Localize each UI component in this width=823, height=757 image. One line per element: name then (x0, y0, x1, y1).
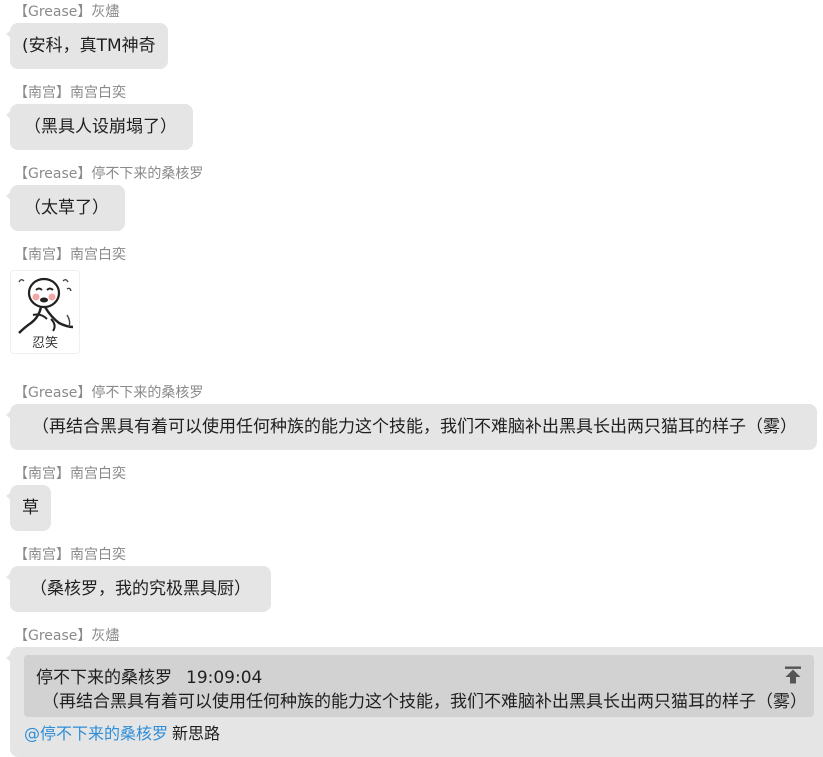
chat-history: 【Grease】灰燼 (安科，真TM神奇 【南宫】南宫白奕 （黑具人设崩塌了） … (0, 0, 823, 757)
message-bubble[interactable]: （再结合黑具有着可以使用任何种族的能力这个技能，我们不难脑补出黑具长出两只猫耳的… (6, 404, 817, 450)
message-text: （桑核罗，我的究极黑具厨） (30, 579, 251, 599)
message-text: （再结合黑具有着可以使用任何种族的能力这个技能，我们不难脑补出黑具长出两只猫耳的… (32, 417, 797, 437)
message-text: (安科，真TM神奇 (22, 36, 156, 56)
quote-time: 19:09:04 (186, 668, 263, 688)
sticker-caption: 忍笑 (31, 336, 58, 351)
message-text: （太草了） (24, 198, 109, 218)
sender-name: 【南宫】南宫白奕 (14, 85, 126, 101)
quote-text: （再结合黑具有着可以使用任何种族的能力这个技能，我们不难脑补出黑具长出两只猫耳的… (42, 692, 807, 712)
message-bubble[interactable]: (安科，真TM神奇 (6, 23, 168, 69)
message-text: 草 (22, 498, 39, 518)
reply-body: @停不下来的桑核罗 新思路 (24, 723, 220, 745)
quoted-message[interactable]: 停不下来的桑核罗 19:09:04 （再结合黑具有着可以使用任何种族的能力这个技能… (24, 655, 814, 717)
message-text: 新思路 (172, 724, 221, 743)
sender-name: 【南宫】南宫白奕 (14, 547, 126, 563)
message-bubble[interactable]: （黑具人设崩塌了） (6, 104, 193, 150)
message-text: （黑具人设崩塌了） (24, 117, 177, 137)
quote-author: 停不下来的桑核罗 (36, 668, 172, 688)
jump-to-original-icon[interactable] (784, 666, 802, 684)
message-bubble[interactable]: （桑核罗，我的究极黑具厨） (6, 566, 271, 612)
reply-message-bubble[interactable]: 停不下来的桑核罗 19:09:04 （再结合黑具有着可以使用任何种族的能力这个技能… (6, 647, 823, 757)
sender-name: 【Grease】灰燼 (14, 628, 120, 644)
quote-header: 停不下来的桑核罗 19:09:04 (36, 667, 262, 689)
mention-link[interactable]: @停不下来的桑核罗 (24, 724, 168, 743)
sticker-image[interactable]: 忍笑 (10, 270, 80, 354)
message-bubble[interactable]: 草 (6, 485, 51, 531)
sender-name: 【南宫】南宫白奕 (14, 466, 126, 482)
sender-name: 【南宫】南宫白奕 (14, 247, 126, 263)
message-bubble[interactable]: （太草了） (6, 185, 125, 231)
sender-name: 【Grease】灰燼 (14, 4, 120, 20)
laughing-stickman-sticker-icon (18, 277, 74, 334)
sender-name: 【Grease】停不下来的桑核罗 (14, 166, 204, 182)
sender-name: 【Grease】停不下来的桑核罗 (14, 385, 204, 401)
